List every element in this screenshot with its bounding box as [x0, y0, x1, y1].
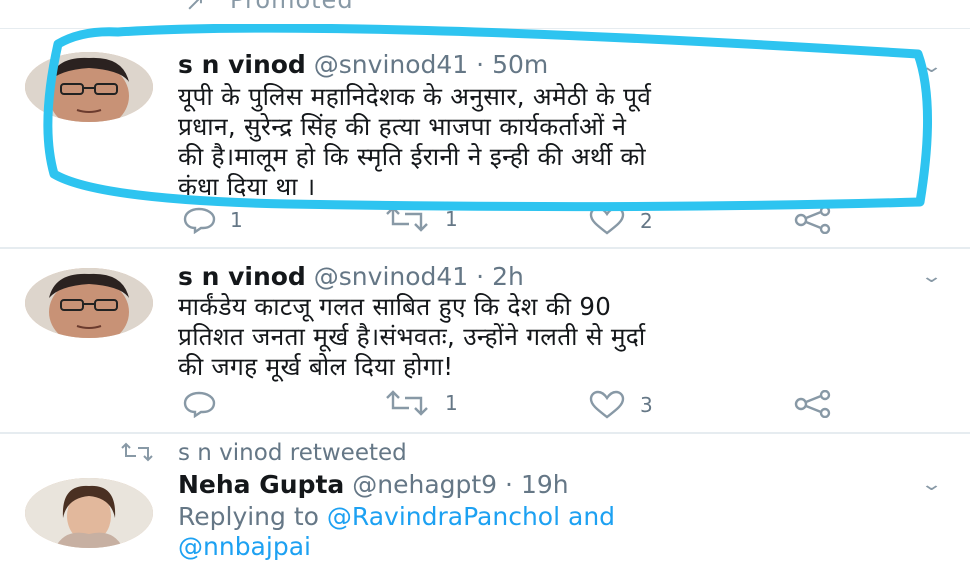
share-icon	[793, 390, 833, 418]
tweet-line: कंधा दिया था ।	[178, 172, 316, 201]
replying-to: Replying to @RavindraPanchol and	[178, 502, 615, 531]
reply-icon	[182, 206, 216, 234]
author-name[interactable]: Neha Gupta	[178, 470, 344, 499]
like-count: 2	[640, 209, 653, 233]
share-icon	[793, 206, 833, 234]
reply-button[interactable]	[182, 390, 230, 418]
author-name[interactable]: s n vinod	[178, 262, 306, 291]
promoted-label: Promoted	[230, 0, 354, 14]
tweet-line: की है।मालूम हो कि स्मृति ईरानी ने इन्ही …	[178, 142, 646, 171]
like-icon	[588, 206, 626, 236]
like-icon	[588, 390, 626, 420]
avatar[interactable]	[25, 478, 153, 548]
share-button[interactable]	[793, 390, 833, 418]
retweet-notice: s n vinod retweeted	[0, 440, 970, 470]
separator-dot: ·	[505, 470, 513, 499]
reply-button[interactable]: 1	[182, 206, 243, 234]
retweet-button[interactable]: 1	[383, 206, 458, 232]
author-handle[interactable]: @nehagpt9	[352, 470, 497, 499]
chevron-down-icon[interactable]: ⌄	[920, 266, 943, 287]
tweet-text: यूपी के पुलिस महानिदेशक के अनुसार, अमेठी…	[178, 82, 938, 202]
retweet-count: 1	[445, 207, 458, 231]
author-name[interactable]: s n vinod	[178, 50, 306, 79]
share-button[interactable]	[793, 206, 833, 234]
tweet-2[interactable]: s n vinod @snvinod41 · 2h ⌄ मार्कंडेय का…	[0, 250, 970, 430]
tweet-header: s n vinod @snvinod41 · 2h	[178, 262, 524, 292]
promoted-strip: ↗ Promoted	[0, 0, 970, 29]
retweet-count: 1	[445, 391, 458, 415]
tweet-line: प्रतिशत जनता मूर्ख है।संभवतः, उन्होंने ग…	[178, 322, 646, 351]
tweet-header: s n vinod @snvinod41 · 50m	[178, 50, 548, 80]
author-handle[interactable]: @snvinod41	[314, 262, 468, 291]
tweet-header: Neha Gupta @nehagpt9 · 19h	[178, 470, 569, 500]
avatar[interactable]	[25, 268, 153, 338]
chevron-down-icon[interactable]: ⌄	[920, 56, 943, 77]
reply-icon	[182, 390, 216, 418]
tweet-line: मार्कंडेय काटजू गलत साबित हुए कि देश की …	[178, 292, 612, 321]
retweet-icon	[383, 390, 431, 416]
tweet-actions: 1 1 2	[178, 206, 858, 238]
promoted-icon: ↗	[185, 0, 206, 16]
replying-to-link[interactable]: @RavindraPanchol and	[327, 502, 615, 531]
tweet-text: मार्कंडेय काटजू गलत साबित हुए कि देश की …	[178, 292, 938, 382]
divider	[0, 432, 970, 434]
replying-to-more: @nnbajpai	[178, 532, 311, 561]
tweet-line: प्रधान, सुरेन्द्र सिंह की हत्या भाजपा का…	[178, 112, 627, 141]
reply-count: 1	[230, 208, 243, 232]
retweet-icon	[383, 206, 431, 232]
separator-dot: ·	[476, 262, 485, 291]
replying-to-label: Replying to	[178, 502, 319, 531]
like-button[interactable]: 3	[588, 390, 653, 420]
separator-dot: ·	[476, 50, 485, 79]
like-button[interactable]: 2	[588, 206, 653, 236]
tweet-time[interactable]: 2h	[492, 262, 524, 291]
author-handle[interactable]: @snvinod41	[314, 50, 468, 79]
divider	[0, 247, 970, 249]
replying-to-link[interactable]: @nnbajpai	[178, 532, 311, 561]
tweet-line: की जगह मूर्ख बोल दिया होगा!	[178, 352, 454, 381]
tweet-actions: 1 3	[178, 390, 858, 422]
retweet-button[interactable]: 1	[383, 390, 458, 416]
tweet-time[interactable]: 50m	[492, 50, 548, 79]
like-count: 3	[640, 393, 653, 417]
chevron-down-icon[interactable]: ⌄	[920, 474, 943, 495]
retweet-icon	[120, 442, 154, 466]
retweet-notice-text[interactable]: s n vinod retweeted	[178, 440, 407, 466]
tweet-time[interactable]: 19h	[521, 470, 569, 499]
tweet-line: यूपी के पुलिस महानिदेशक के अनुसार, अमेठी…	[178, 82, 652, 111]
avatar[interactable]	[25, 52, 153, 122]
tweet-1[interactable]: s n vinod @snvinod41 · 50m ⌄ यूपी के पुल…	[0, 30, 970, 248]
